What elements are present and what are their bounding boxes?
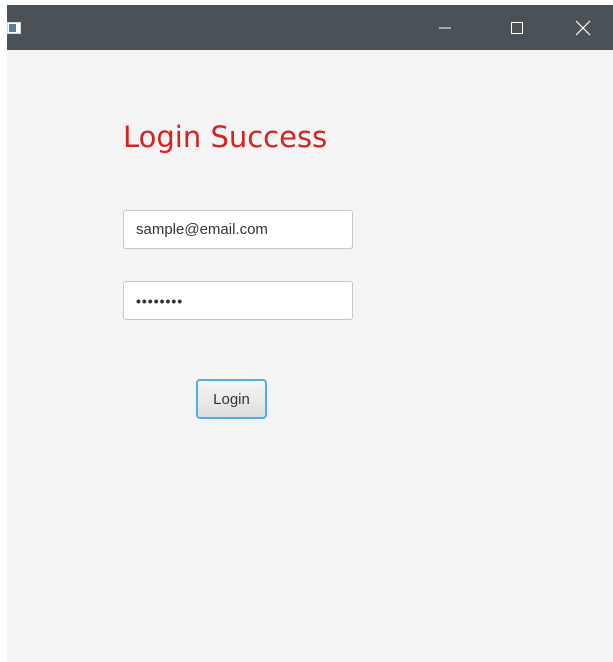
close-button[interactable] [560,5,606,50]
title-bar [7,5,613,50]
minimize-button[interactable] [422,5,468,50]
maximize-icon [511,21,523,34]
email-field[interactable]: sample@email.com [123,210,353,249]
app-window-icon [7,22,21,34]
login-status-title: Login Success [123,120,328,154]
app-window: Login Success sample@email.com •••••••• … [7,5,613,662]
close-icon [575,20,591,35]
minimize-icon [439,27,451,28]
login-button[interactable]: Login [196,379,267,419]
password-field[interactable]: •••••••• [123,281,353,320]
maximize-button[interactable] [494,5,540,50]
